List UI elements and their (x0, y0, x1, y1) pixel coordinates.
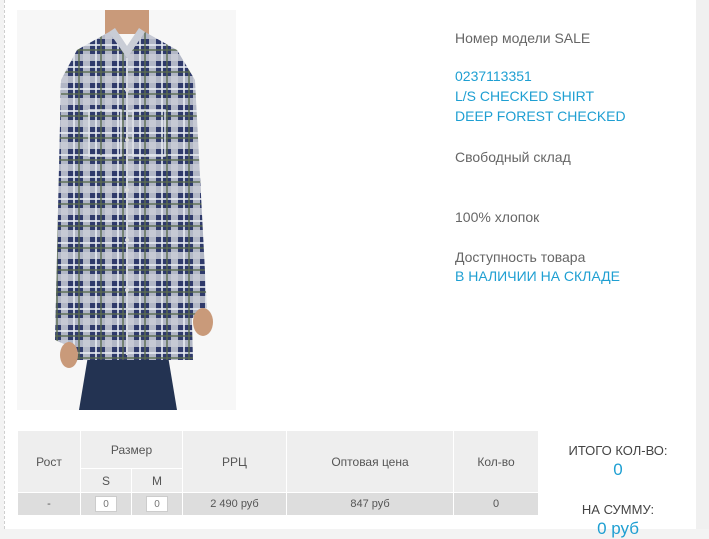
size-s-qty-input[interactable] (95, 496, 117, 512)
col-header-height: Рост (17, 430, 81, 493)
product-image (17, 10, 236, 410)
product-name: L/S CHECKED SHIRT (455, 88, 594, 104)
cell-qty: 0 (453, 492, 539, 516)
cell-wholesale: 847 руб (286, 492, 454, 516)
availability-label: Доступность товара (455, 249, 586, 265)
cell-size-m (131, 492, 183, 516)
sum-label: НА СУММУ: (581, 502, 655, 517)
product-color: DEEP FOREST CHECKED (455, 108, 626, 124)
col-header-size-m: M (131, 468, 183, 493)
table-row: - 2 490 руб 847 руб 0 (17, 492, 539, 516)
size-m-qty-input[interactable] (146, 496, 168, 512)
availability-value: В НАЛИЧИИ НА СКЛАДЕ (455, 268, 620, 284)
col-header-wholesale: Оптовая цена (286, 430, 454, 493)
cell-rrp: 2 490 руб (182, 492, 287, 516)
col-header-qty: Кол-во (453, 430, 539, 493)
total-qty-label: ИТОГО КОЛ-ВО: (568, 443, 668, 458)
order-table: Рост Размер РРЦ Оптовая цена Кол-во S M … (17, 430, 539, 516)
sum-value: 0 руб (597, 519, 639, 538)
model-line: Номер модели SALE (455, 30, 591, 46)
page-gutter (696, 0, 709, 529)
total-qty-value: 0 (613, 460, 623, 479)
col-header-rrp: РРЦ (182, 430, 287, 493)
cell-size-s (80, 492, 132, 516)
order-summary: ИТОГО КОЛ-ВО: 0 НА СУММУ: 0 руб (553, 443, 683, 539)
warehouse-label: Свободный склад (455, 149, 571, 165)
material-label: 100% хлопок (455, 209, 540, 225)
col-header-size-s: S (80, 468, 132, 493)
product-sku: 0237113351 (455, 68, 532, 84)
cell-height: - (17, 492, 81, 516)
col-header-size: Размер (80, 430, 183, 469)
